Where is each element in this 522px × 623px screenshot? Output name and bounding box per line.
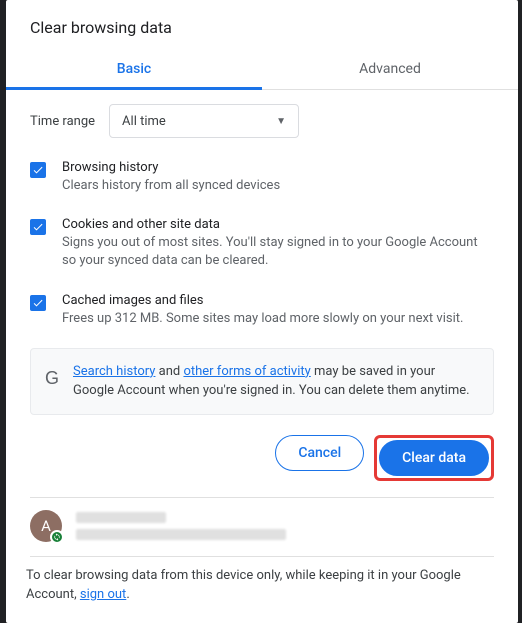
account-text [76, 512, 286, 540]
option-body: Cookies and other site data Signs you ou… [62, 217, 494, 270]
check-icon [32, 221, 44, 233]
clear-browsing-data-dialog: Clear browsing data Basic Advanced Time … [6, 0, 518, 623]
option-browsing-history: Browsing history Clears history from all… [30, 160, 494, 195]
chevron-down-icon: ▼ [276, 116, 286, 127]
link-search-history[interactable]: Search history [73, 364, 155, 379]
option-body: Browsing history Clears history from all… [62, 160, 494, 195]
options-list: Browsing history Clears history from all… [30, 160, 494, 328]
highlight-annotation: Clear data [374, 435, 494, 481]
account-name-redacted [76, 512, 166, 523]
info-text: Search history and other forms of activi… [73, 363, 479, 401]
account-row: A [6, 498, 518, 556]
sync-badge-icon [50, 530, 64, 544]
time-range-select[interactable]: All time ▼ [109, 104, 299, 138]
link-other-activity[interactable]: other forms of activity [183, 364, 310, 379]
info-box: G Search history and other forms of acti… [30, 348, 494, 416]
footer-text: To clear browsing data from this device … [6, 557, 518, 623]
option-title: Cookies and other site data [62, 217, 494, 232]
dialog-content: Time range All time ▼ Browsing history C… [6, 90, 518, 415]
checkbox-cookies[interactable] [30, 219, 46, 235]
option-cookies: Cookies and other site data Signs you ou… [30, 217, 494, 270]
link-sign-out[interactable]: sign out [80, 587, 126, 602]
account-email-redacted [76, 529, 286, 540]
time-range-label: Time range [30, 114, 95, 129]
google-icon: G [45, 365, 59, 401]
option-desc: Clears history from all synced devices [62, 177, 494, 195]
checkbox-browsing-history[interactable] [30, 162, 46, 178]
tab-advanced[interactable]: Advanced [262, 51, 518, 89]
tab-basic[interactable]: Basic [6, 51, 262, 89]
avatar-initial: A [41, 517, 51, 535]
dialog-actions: Cancel Clear data [6, 415, 518, 497]
time-range-row: Time range All time ▼ [30, 104, 494, 138]
checkbox-cache[interactable] [30, 295, 46, 311]
cancel-button[interactable]: Cancel [275, 435, 364, 471]
avatar: A [30, 510, 62, 542]
check-icon [32, 297, 44, 309]
tabs: Basic Advanced [6, 51, 518, 90]
clear-data-button[interactable]: Clear data [379, 440, 489, 476]
option-desc: Frees up 312 MB. Some sites may load mor… [62, 310, 494, 328]
option-title: Cached images and files [62, 293, 494, 308]
time-range-value: All time [122, 114, 166, 129]
dialog-title: Clear browsing data [6, 0, 518, 51]
option-title: Browsing history [62, 160, 494, 175]
option-body: Cached images and files Frees up 312 MB.… [62, 293, 494, 328]
option-desc: Signs you out of most sites. You'll stay… [62, 234, 494, 270]
check-icon [32, 164, 44, 176]
option-cache: Cached images and files Frees up 312 MB.… [30, 293, 494, 328]
